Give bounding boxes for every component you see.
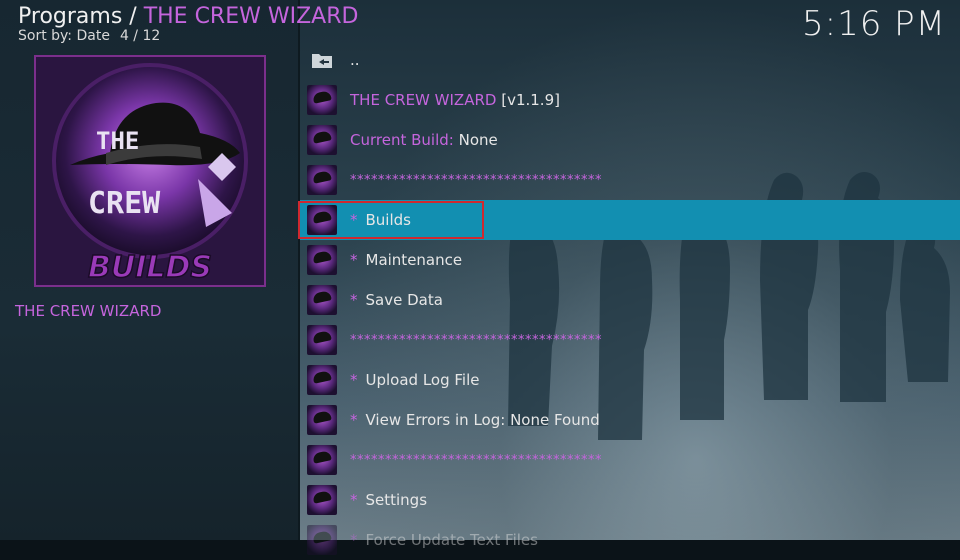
- wizard-name: THE CREW WIZARD: [350, 91, 497, 109]
- list-item-title[interactable]: THE CREW WIZARD [v1.1.9]: [300, 80, 960, 120]
- crew-thumbnail-icon: [307, 285, 337, 315]
- crew-thumbnail-icon: [307, 485, 337, 515]
- breadcrumb: Programs / THE CREW WIZARD: [18, 4, 358, 29]
- view-errors-label: View Errors in Log: None Found: [365, 411, 600, 429]
- builds-label: Builds: [365, 211, 411, 229]
- crew-thumbnail-icon: [307, 405, 337, 435]
- parent-label: ..: [350, 51, 360, 69]
- crew-thumbnail-icon: [307, 205, 337, 235]
- list-item-separator[interactable]: ************************************: [300, 160, 960, 200]
- separator-text: ************************************: [350, 172, 602, 188]
- bullet-asterisk: *: [350, 211, 358, 229]
- list-item-upload-log[interactable]: * Upload Log File: [300, 360, 960, 400]
- svg-text:BUILDS: BUILDS: [88, 250, 212, 285]
- bullet-asterisk: *: [350, 251, 358, 269]
- list-item-separator[interactable]: ************************************: [300, 320, 960, 360]
- save-data-label: Save Data: [365, 291, 443, 309]
- bullet-asterisk: *: [350, 491, 358, 509]
- crew-logo-image: THE CREW BUILDS: [36, 57, 264, 285]
- back-folder-icon: [307, 45, 337, 75]
- sort-label: Sort by: Date: [18, 28, 110, 44]
- bullet-asterisk: *: [350, 291, 358, 309]
- settings-label: Settings: [365, 491, 428, 509]
- breadcrumb-section: Programs /: [18, 4, 144, 29]
- upload-log-label: Upload Log File: [365, 371, 480, 389]
- crew-thumbnail-icon: [307, 165, 337, 195]
- list-item-maintenance[interactable]: * Maintenance: [300, 240, 960, 280]
- svg-text:THE: THE: [96, 127, 139, 155]
- list-item-force-update[interactable]: * Force Update Text Files: [300, 520, 960, 560]
- list-item-parent[interactable]: ..: [300, 40, 960, 80]
- crew-thumbnail-icon: [307, 85, 337, 115]
- addon-poster: THE CREW BUILDS: [34, 55, 266, 287]
- crew-thumbnail-icon: [307, 525, 337, 555]
- crew-thumbnail-icon: [307, 365, 337, 395]
- list-item-view-errors[interactable]: * View Errors in Log: None Found: [300, 400, 960, 440]
- current-build-value: None: [458, 131, 498, 149]
- list-item-current-build[interactable]: Current Build: None: [300, 120, 960, 160]
- svg-text:CREW: CREW: [88, 186, 161, 221]
- list-item-builds[interactable]: * Builds: [300, 200, 960, 240]
- bullet-asterisk: *: [350, 371, 358, 389]
- menu-list: .. THE CREW WIZARD [v1.1.9] Current Buil…: [300, 40, 960, 560]
- list-item-settings[interactable]: * Settings: [300, 480, 960, 520]
- bullet-asterisk: *: [350, 411, 358, 429]
- maintenance-label: Maintenance: [365, 251, 463, 269]
- separator-text: ************************************: [350, 332, 602, 348]
- clock: 5:16 PM: [802, 4, 946, 44]
- crew-thumbnail-icon: [307, 445, 337, 475]
- addon-name: THE CREW WIZARD: [15, 302, 162, 320]
- list-item-save-data[interactable]: * Save Data: [300, 280, 960, 320]
- bullet-asterisk: *: [350, 531, 358, 549]
- crew-thumbnail-icon: [307, 245, 337, 275]
- crew-thumbnail-icon: [307, 325, 337, 355]
- breadcrumb-addon: THE CREW WIZARD: [143, 4, 359, 29]
- sort-info: Sort by: Date 4 / 12: [18, 28, 160, 44]
- item-position: 4 / 12: [119, 28, 161, 44]
- wizard-version: [v1.1.9]: [501, 91, 560, 109]
- separator-text: ************************************: [350, 452, 602, 468]
- list-item-separator[interactable]: ************************************: [300, 440, 960, 480]
- force-update-label: Force Update Text Files: [365, 531, 538, 549]
- crew-thumbnail-icon: [307, 125, 337, 155]
- current-build-label: Current Build:: [350, 131, 454, 149]
